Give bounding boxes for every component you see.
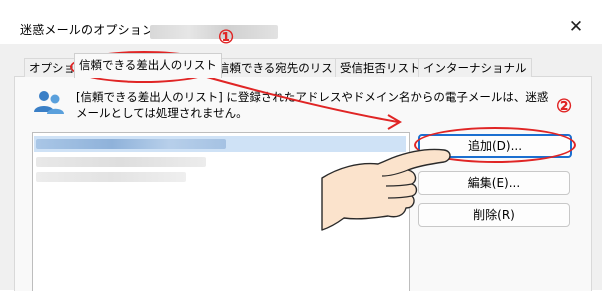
annotation-arrow [195,73,402,130]
tab-safe-senders[interactable]: 信頼できる差出人のリスト [74,53,222,78]
pointing-hand-icon [321,148,451,231]
